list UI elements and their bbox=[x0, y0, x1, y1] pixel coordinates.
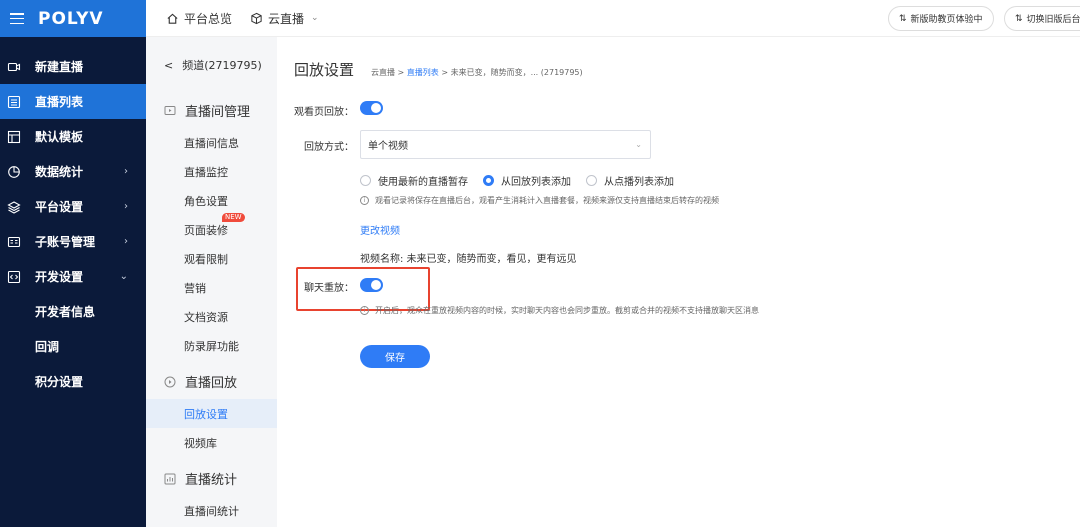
home-icon bbox=[167, 13, 178, 24]
sidebar-item-label: 积分设置 bbox=[35, 375, 84, 389]
radio-circle bbox=[360, 175, 371, 186]
chevron-down-icon: ⌄ bbox=[119, 271, 128, 282]
subnav-item[interactable]: 观看限制 bbox=[146, 244, 277, 273]
id-card-icon bbox=[7, 235, 21, 249]
subnav-item[interactable]: 直播间信息 bbox=[146, 128, 277, 157]
camera-icon bbox=[7, 60, 21, 74]
title-row: 回放设置 云直播 > 直播列表 > 未来已变，随势而变，... (2719795… bbox=[294, 59, 583, 80]
playback-toggle[interactable] bbox=[360, 101, 383, 115]
top-bar: 平台总览 云直播 ⌄ ⇅ 新版助教页体验中 ⇅ 切换旧版后台 bbox=[146, 0, 1080, 37]
sidebar-item-label: 直播列表 bbox=[35, 95, 84, 109]
sidebar-item[interactable]: 子账号管理 › bbox=[0, 224, 146, 259]
sidebar-item[interactable]: 开发设置 ⌄ bbox=[0, 259, 146, 294]
new-badge: NEW bbox=[222, 213, 245, 222]
main-sidebar: POLYV 新建直播 直播列表 默认模板 数据统计 › 平台设置 › 子账号管理 › 开发设置 ⌄ 开… bbox=[0, 0, 146, 527]
save-button[interactable]: 保存 bbox=[360, 345, 430, 368]
source-radio-group: 使用最新的直播暂存 从回放列表添加 从点播列表添加 bbox=[360, 173, 689, 188]
template-icon bbox=[7, 130, 21, 144]
subnav-item[interactable]: 页面装修 NEW bbox=[146, 213, 277, 244]
sidebar-item[interactable]: 开发者信息 bbox=[0, 294, 146, 329]
subnav-item[interactable]: 回放设置 bbox=[146, 399, 277, 428]
switch-icon: ⇅ bbox=[899, 13, 907, 24]
live-room-icon bbox=[164, 105, 176, 117]
change-video-link[interactable]: 更改视频 bbox=[360, 222, 400, 237]
sidebar-item[interactable]: 直播列表 bbox=[0, 84, 146, 119]
sidebar-item-label: 开发设置 bbox=[35, 270, 84, 284]
cube-icon bbox=[251, 12, 262, 24]
chat-replay-toggle[interactable] bbox=[360, 278, 383, 292]
page-title: 回放设置 bbox=[294, 61, 355, 79]
sidebar-item-label: 平台设置 bbox=[35, 200, 84, 214]
sidebar-item-label: 数据统计 bbox=[35, 165, 84, 179]
sidebar-item[interactable]: 新建直播 bbox=[0, 49, 146, 84]
source-radio[interactable]: 从回放列表添加 bbox=[483, 173, 571, 188]
section-title: 直播统计 bbox=[146, 461, 277, 496]
sidebar-item[interactable]: 积分设置 bbox=[0, 364, 146, 399]
video-name: 视频名称: 未来已变，随势而变，看见，更有远见 bbox=[360, 254, 577, 265]
sidebar-item-label: 新建直播 bbox=[35, 60, 84, 74]
channel-label: 频道(2719795) bbox=[182, 59, 262, 72]
info-icon: i bbox=[360, 196, 369, 205]
mode-select[interactable]: 单个视频 ⌄ bbox=[360, 130, 651, 159]
channel-sidebar: < 频道(2719795) 直播间管理 直播间信息 直播监控 角色设置 页面装修 NEW 观… bbox=[146, 37, 277, 527]
mode-label: 回放方式： bbox=[304, 142, 354, 153]
subnav-item[interactable]: 直播间统计 bbox=[146, 496, 277, 525]
radio-circle bbox=[483, 175, 494, 186]
subnav-item[interactable]: 视频库 bbox=[146, 428, 277, 457]
section-title: 直播回放 bbox=[146, 364, 277, 399]
sidebar-item[interactable]: 默认模板 bbox=[0, 119, 146, 154]
channel-back[interactable]: < 频道(2719795) bbox=[146, 37, 277, 93]
sidebar-item-label: 默认模板 bbox=[35, 130, 84, 144]
stats-icon bbox=[164, 473, 176, 485]
hint-chat-replay: i 开启后，观众在重放视频内容的时候，实时聊天内容也会同步重放。截剪或合并的视频… bbox=[360, 305, 759, 316]
sidebar-item-label: 开发者信息 bbox=[35, 305, 96, 319]
logo: POLYV bbox=[38, 8, 104, 29]
subnav-item[interactable]: 直播监控 bbox=[146, 157, 277, 186]
breadcrumb-link[interactable]: 直播列表 bbox=[407, 68, 439, 77]
hint-playback: i 观看记录将保存在直播后台，观看产生消耗计入直播套餐，视频来源仅支持直播结束后… bbox=[360, 195, 719, 206]
playback-label: 观看页回放： bbox=[294, 107, 354, 118]
section-title: 直播间管理 bbox=[146, 93, 277, 128]
chevron-down-icon: ⌄ bbox=[311, 13, 319, 23]
breadcrumb: 云直播 > 直播列表 > 未来已变，随势而变，... (2719795) bbox=[371, 68, 583, 77]
new-version-button[interactable]: ⇅ 新版助教页体验中 bbox=[888, 6, 994, 31]
sidebar-item[interactable]: 数据统计 › bbox=[0, 154, 146, 189]
chevron-left-icon: < bbox=[164, 58, 174, 72]
sidebar-item-label: 子账号管理 bbox=[35, 235, 96, 249]
chart-icon bbox=[7, 165, 21, 179]
subnav-item[interactable]: 文档资源 bbox=[146, 302, 277, 331]
chevron-down-icon: ⌄ bbox=[635, 140, 642, 149]
subnav-item[interactable]: 角色设置 bbox=[146, 186, 277, 215]
sidebar-item[interactable]: 回调 bbox=[0, 329, 146, 364]
sidebar-item[interactable]: 平台设置 › bbox=[0, 189, 146, 224]
source-radio[interactable]: 使用最新的直播暂存 bbox=[360, 173, 468, 188]
list-icon bbox=[7, 95, 21, 109]
cloud-live-label: 云直播 bbox=[268, 11, 305, 26]
overview-link[interactable]: 平台总览 bbox=[166, 10, 232, 27]
chevron-right-icon: › bbox=[124, 236, 128, 247]
chevron-right-icon: › bbox=[124, 201, 128, 212]
subnav-item[interactable]: 防录屏功能 bbox=[146, 331, 277, 360]
cloud-live-menu[interactable]: 云直播 ⌄ bbox=[250, 10, 319, 27]
source-radio[interactable]: 从点播列表添加 bbox=[586, 173, 674, 188]
chat-replay-label: 聊天重放： bbox=[304, 283, 354, 294]
menu-icon[interactable] bbox=[10, 13, 24, 24]
overview-label: 平台总览 bbox=[184, 11, 233, 26]
main-content: 回放设置 云直播 > 直播列表 > 未来已变，随势而变，... (2719795… bbox=[277, 37, 1080, 527]
subnav-item[interactable]: 营销 bbox=[146, 273, 277, 302]
code-icon bbox=[7, 270, 21, 284]
chevron-right-icon: › bbox=[124, 166, 128, 177]
sidebar-item-label: 回调 bbox=[35, 340, 60, 354]
layers-icon bbox=[7, 200, 21, 214]
playback-icon bbox=[164, 376, 176, 388]
logo-bar: POLYV bbox=[0, 0, 146, 37]
switch-icon: ⇅ bbox=[1015, 13, 1023, 24]
switch-old-button[interactable]: ⇅ 切换旧版后台 bbox=[1004, 6, 1080, 31]
info-icon: i bbox=[360, 306, 369, 315]
radio-circle bbox=[586, 175, 597, 186]
